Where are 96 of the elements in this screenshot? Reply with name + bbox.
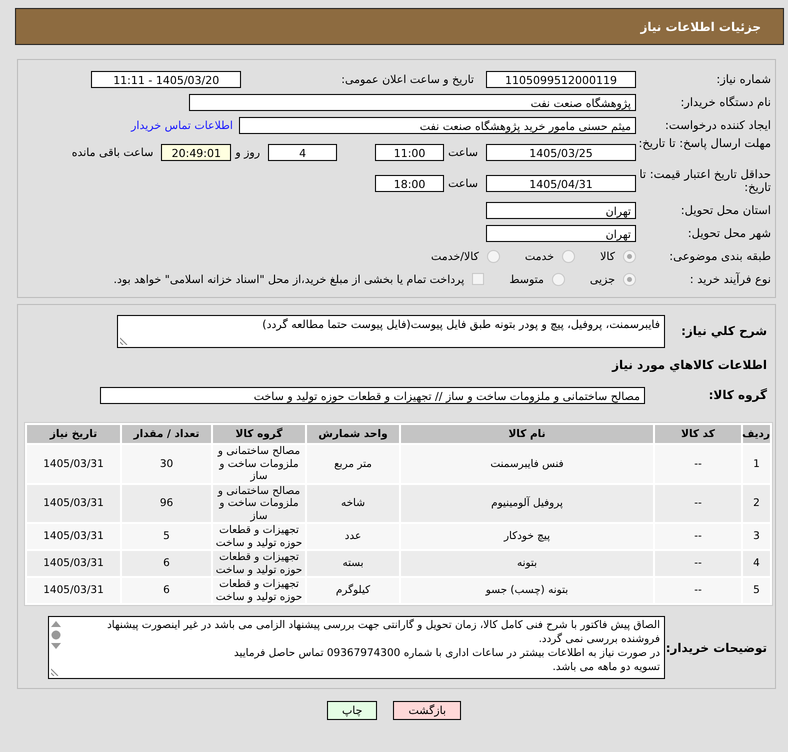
table-cell: تجهیزات و قطعات حوزه تولید و ساخت <box>213 551 305 576</box>
field-label: مهلت ارسال پاسخ: تا تاریخ: <box>637 137 772 150</box>
field-label: شرح کلي نياز: <box>680 323 767 338</box>
checkbox[interactable] <box>472 273 484 285</box>
table-cell: بسته <box>307 551 399 576</box>
column-header: تعداد / مقدار <box>122 425 211 443</box>
need-number-field: 1105099512000119 <box>486 70 636 88</box>
validity-time-field: 18:00 <box>375 174 444 192</box>
announce-date-field: 1405/03/20 - 11:11 <box>91 70 242 88</box>
field-label: نوع فرآیند خرید : <box>688 272 772 286</box>
deadline-date-field: 1405/03/25 <box>486 144 636 160</box>
field-label: استان محل تحویل: <box>680 204 772 216</box>
description-field: فایبرسمنت، پروفیل، پیچ و پودر بتونه طبق فایل پیوست(فایل پیوست حتما مطالعه گردد) <box>117 315 665 348</box>
page-title: جزئیات اطلاعات نیاز <box>640 20 761 34</box>
field-label: روز و <box>235 146 260 158</box>
radio-button[interactable] <box>486 250 500 262</box>
radio-label: متوسط <box>509 272 544 286</box>
field-label: ساعت <box>448 146 478 158</box>
table-cell: مصالح ساختمانی و ملزومات ساخت و ساز <box>213 445 305 482</box>
field-label: ساعت باقی مانده <box>72 146 154 158</box>
remaining-time-field: 20:49:01 <box>161 144 232 160</box>
field-label: تاریخ و ساعت اعلان عمومی: <box>341 72 474 86</box>
radio-label: کالا/خدمت <box>431 250 479 262</box>
table-cell: 1405/03/31 <box>27 578 120 603</box>
radio-label: کالا <box>600 250 615 262</box>
field-label: طبقه بندی موضوعی: <box>668 250 772 262</box>
field-label: گروه کالا: <box>708 388 767 402</box>
table-cell: -- <box>655 445 741 482</box>
print-button[interactable]: چاپ <box>326 701 378 720</box>
table-cell: -- <box>655 551 741 576</box>
table-cell: 6 <box>122 551 211 576</box>
back-button[interactable]: بازگشت <box>393 701 462 720</box>
column-header: واحد شمارش <box>307 425 399 443</box>
table-cell: کیلوگرم <box>307 578 399 603</box>
column-header: ردیف <box>743 425 770 443</box>
deadline-time-field: 11:00 <box>375 144 444 160</box>
table-cell: 1405/03/31 <box>27 551 120 576</box>
table-cell: 2 <box>743 484 770 522</box>
table-cell: 3 <box>743 524 770 549</box>
field-label: توضیحات خریدار: <box>665 640 767 654</box>
buyer-field: پژوهشگاه صنعت نفت <box>189 94 636 110</box>
table-cell: 96 <box>122 484 211 522</box>
goods-group-field: مصالح ساختمانی و ملزومات ساخت و ساز // تجهیزات و قطعات حوزه تولید و ساخت <box>100 386 645 404</box>
table-cell: بتونه <box>401 551 653 576</box>
days-field: 4 <box>268 144 338 160</box>
radio-button[interactable] <box>552 272 565 286</box>
section-title: اطلاعات کالاهاي مورد نياز <box>610 358 767 372</box>
table-cell: عدد <box>307 524 399 549</box>
table-cell: پروفیل آلومینیوم <box>401 484 653 522</box>
resize-grip-icon <box>51 668 59 676</box>
table-cell: 1405/03/31 <box>27 445 120 482</box>
table-cell: پیچ خودکار <box>401 524 653 549</box>
table-cell: 1 <box>743 445 770 482</box>
checkbox-label: پرداخت تمام یا بخشی از مبلغ خرید،از محل "اسناد خزانه اسلامی" خواهد بود. <box>114 272 464 286</box>
column-header: نام کالا <box>401 425 653 443</box>
table-cell: -- <box>655 484 741 522</box>
field-label: ایجاد کننده درخواست: <box>664 118 772 132</box>
table-cell: 1405/03/31 <box>27 484 120 522</box>
table-cell: -- <box>655 578 741 603</box>
buyer-contact-link[interactable]: اطلاعات تماس خریدار <box>131 118 233 132</box>
radio-button[interactable] <box>562 250 576 262</box>
table-cell: شاخه <box>307 484 399 522</box>
resize-grip-icon <box>120 337 128 345</box>
radio-button[interactable] <box>623 272 636 286</box>
table-cell: تجهیزات و قطعات حوزه تولید و ساخت <box>213 524 305 549</box>
field-label: ساعت <box>448 176 478 190</box>
table-cell: 1405/03/31 <box>27 524 120 549</box>
table-cell: فنس فایبرسمنت <box>401 445 653 482</box>
radio-button[interactable] <box>623 250 636 262</box>
field-label: شماره نیاز: <box>715 72 772 86</box>
radio-label: خدمت <box>524 250 554 262</box>
column-header: گروه کالا <box>213 425 305 443</box>
column-header: کد کالا <box>655 425 741 443</box>
table-cell: 6 <box>122 578 211 603</box>
radio-label: جزیی <box>590 272 615 286</box>
table-cell: 5 <box>743 578 770 603</box>
table-cell: بتونه (چسب) جسو <box>401 578 653 603</box>
notes-text: الصاق پیش فاکتور با شرح فنی کامل کالا، زمان تحویل و گارانتی جهت بررسی پیشنهاد الزامی می باشد در غیر اینصورت پیشنهاد فروشنده بررسی نمی گردد. در صورت نیاز به اطلاعات بیشتر در ساعات اداری با شماره 09367974300 تماس حاصل فرمایید تسویه دو ماهه می باشد. <box>106 618 661 675</box>
table-cell: 4 <box>743 551 770 576</box>
scroll-thumb-icon[interactable] <box>51 630 61 640</box>
column-header: تاریخ نیاز <box>27 425 120 443</box>
validity-date-field: 1405/04/31 <box>486 174 636 192</box>
requester-field: میثم حسنی مامور خرید پژوهشگاه صنعت نفت <box>239 116 636 134</box>
table-cell: تجهیزات و قطعات حوزه تولید و ساخت <box>213 578 305 603</box>
city-field: تهران <box>486 224 636 242</box>
field-label: شهر محل تحویل: <box>686 226 772 240</box>
table-cell: متر مربع <box>307 445 399 482</box>
table-cell: -- <box>655 524 741 549</box>
field-label: نام دستگاه خریدار: <box>679 96 772 108</box>
province-field: تهران <box>486 202 636 218</box>
table-cell: 5 <box>122 524 211 549</box>
field-label: حداقل تاریخ اعتبار قیمت: تا تاریخ: <box>638 168 772 194</box>
table-cell: 30 <box>122 445 211 482</box>
table-cell: مصالح ساختمانی و ملزومات ساخت و ساز <box>213 484 305 522</box>
scroll-up-icon[interactable] <box>51 621 61 627</box>
scroll-down-icon[interactable] <box>51 643 61 649</box>
